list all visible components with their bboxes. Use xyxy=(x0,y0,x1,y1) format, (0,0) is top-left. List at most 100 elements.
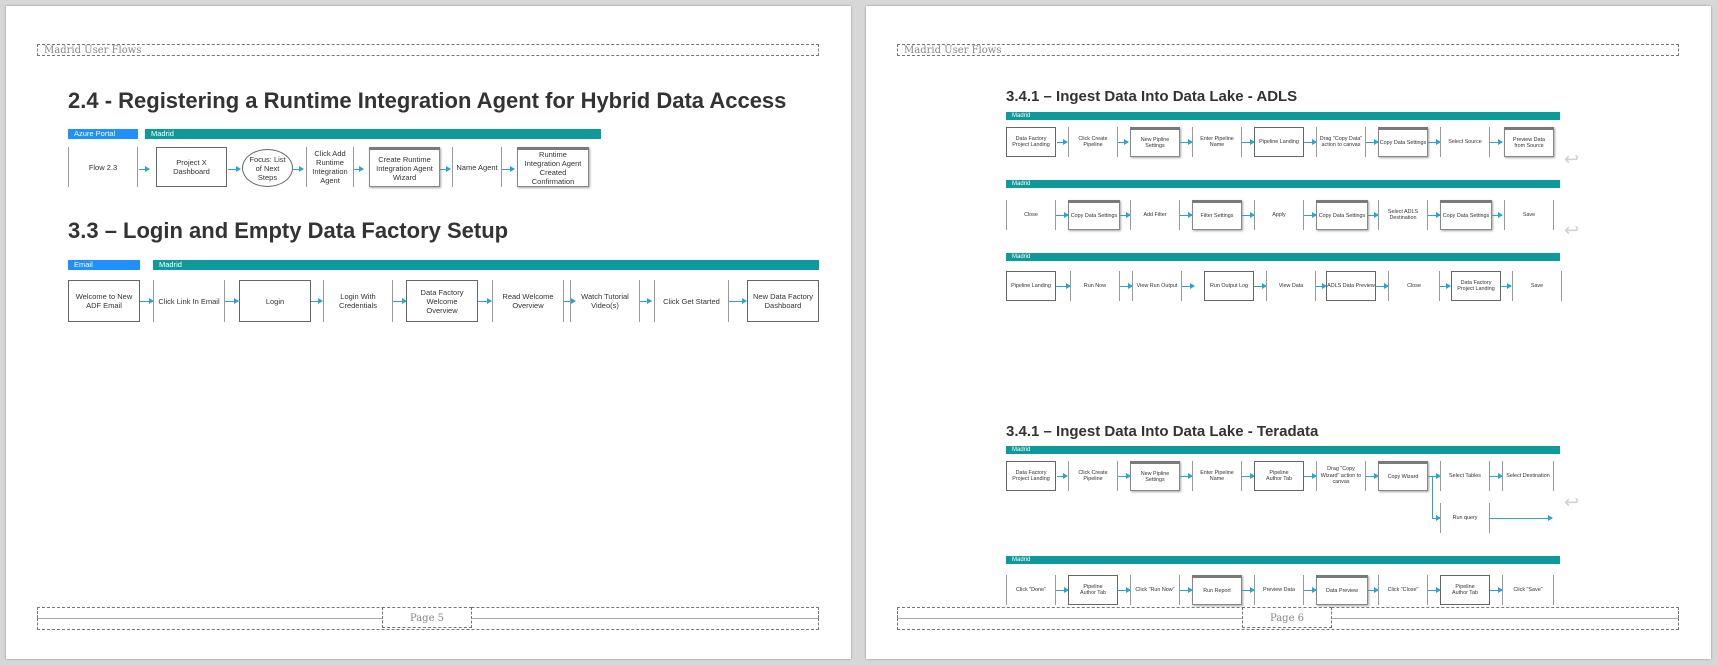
flow-arrow xyxy=(502,166,515,172)
flow-step: Read Welcome Overview xyxy=(492,280,564,322)
flow-arrow xyxy=(1182,283,1195,289)
flow-step: New Pipline Settings xyxy=(1130,127,1180,157)
flow-arrow xyxy=(1366,473,1379,479)
flow-step: Pipeline Author Tab xyxy=(1068,575,1118,605)
flow-step: Runtime Integration Agent Created Confir… xyxy=(517,147,589,187)
flow-step: Drag "Copy Data" action to canvas xyxy=(1316,127,1366,157)
flow-step: Apply xyxy=(1254,200,1304,230)
flow-step: Preview Data xyxy=(1254,575,1304,605)
flow-step: ADLS Data Preview xyxy=(1326,271,1376,301)
flow-step: Welcome to New ADF Email xyxy=(68,280,140,322)
flow-arrow xyxy=(1368,587,1379,593)
flow-arrow xyxy=(1120,212,1131,218)
flow-step: Focus: List of Next Steps xyxy=(242,149,293,187)
adls-title: 3.4.1 – Ingest Data Into Data Lake - ADL… xyxy=(1006,88,1298,105)
flow-arrow xyxy=(1254,283,1267,289)
flow-step: Close xyxy=(1006,200,1056,230)
flow-arrow xyxy=(1492,212,1503,218)
flow-step: View Data xyxy=(1266,271,1316,301)
flow-arrow xyxy=(1057,139,1068,145)
flow-arrow xyxy=(1242,473,1255,479)
flow-step: Copy Data Settings xyxy=(1068,200,1120,230)
flow-arrow xyxy=(1368,212,1379,218)
flow-step: Copy Data Settings xyxy=(1316,200,1368,230)
return-arrow-icon: ↩ xyxy=(1564,220,1580,240)
section-3-3-title: 3.3 – Login and Empty Data Factory Setup xyxy=(68,218,509,243)
flow-step: Click "Save" xyxy=(1502,575,1554,605)
branch-connector xyxy=(1432,476,1433,518)
flow-step: Data Preview xyxy=(1316,575,1368,605)
section-2-4-title: 2.4 - Registering a Runtime Integration … xyxy=(68,88,787,113)
flow-arrow xyxy=(1501,283,1512,289)
flow-arrow xyxy=(1490,515,1553,521)
flow-arrow xyxy=(1304,212,1317,218)
flow-step: Drag "Copy Wizard" action to canvas xyxy=(1316,461,1366,491)
flow-step: Copy Data Settings xyxy=(1440,200,1492,230)
flow-step: Save xyxy=(1504,200,1554,230)
flow-step: Data Factory Project Landing xyxy=(1006,127,1056,157)
teradata-title: 3.4.1 – Ingest Data Into Data Lake - Ter… xyxy=(1006,423,1319,440)
flow-step: Run Now xyxy=(1070,271,1120,301)
flow-step: Enter Pipeline Name xyxy=(1192,127,1242,157)
flow-arrow xyxy=(1490,139,1503,145)
page-6: Madrid User Flows 3.4.1 – Ingest Data In… xyxy=(866,6,1711,659)
flow-arrow xyxy=(729,298,747,304)
flow-arrow xyxy=(1056,283,1071,289)
flow-arrow xyxy=(1180,473,1193,479)
lane-madrid: Madrid xyxy=(1006,180,1560,188)
flow-step: Login xyxy=(239,280,311,322)
flow-step: Run query xyxy=(1440,503,1490,533)
lane-madrid: Madrid xyxy=(1006,253,1560,261)
flow-step: Click "Done" xyxy=(1006,575,1056,605)
flow-arrow xyxy=(1316,283,1327,289)
lane-madrid: Madrid xyxy=(153,260,819,270)
flow-step: Watch Tutorial Video(s) xyxy=(570,280,640,322)
page-header: Madrid User Flows xyxy=(897,44,1679,56)
flow-arrow xyxy=(1428,473,1441,479)
flow-step: Data Factory Project Landing xyxy=(1451,271,1501,301)
flow-arrow xyxy=(1120,283,1133,289)
flow-arrow xyxy=(140,298,154,304)
flow-step: View Run Output xyxy=(1132,271,1182,301)
page-number: Page 6 xyxy=(1242,607,1332,628)
flow-step: Select Source xyxy=(1440,127,1490,157)
flow-step: Close xyxy=(1388,271,1440,301)
flow-step: Save xyxy=(1512,271,1562,301)
page-5: Madrid User Flows 2.4 - Registering a Ru… xyxy=(6,6,851,659)
flow-arrow xyxy=(1376,283,1389,289)
flow-step: Copy Data Settings xyxy=(1378,127,1428,157)
page-header: Madrid User Flows xyxy=(37,44,819,56)
flow-step: Create Runtime Integration Agent Wizard xyxy=(369,147,440,187)
lane-madrid: Madrid xyxy=(145,129,601,139)
flow-step: Flow 2.3 xyxy=(68,147,138,187)
flow-arrow xyxy=(1428,212,1441,218)
flow-step: Click "Run Now" xyxy=(1130,575,1180,605)
flow-arrow xyxy=(478,298,492,304)
flow-arrow xyxy=(1304,473,1317,479)
flow-arrow xyxy=(1242,212,1255,218)
flow-step: Select Destination xyxy=(1502,461,1554,491)
flow-arrow xyxy=(1180,212,1193,218)
flow-step: Click Link In Email xyxy=(153,280,225,322)
flow-arrow xyxy=(1440,283,1451,289)
flow-arrow xyxy=(1118,139,1129,145)
return-arrow-icon: ↩ xyxy=(1564,492,1580,512)
flow-step: Add Filter xyxy=(1130,200,1180,230)
lane-madrid: Madrid xyxy=(1006,112,1560,120)
flow-arrow xyxy=(1432,515,1441,521)
flow-arrow xyxy=(1180,139,1193,145)
flow-step: Login With Credentials xyxy=(323,280,393,322)
flow-step: Filter Settings xyxy=(1192,200,1242,230)
flow-step: Pipeline Author Tab xyxy=(1254,461,1304,491)
flow-arrow xyxy=(354,166,364,172)
flow-step: Select Tables xyxy=(1440,461,1490,491)
flow-step: Run Report xyxy=(1192,575,1242,605)
flow-step: Enter Pipeline Name xyxy=(1192,461,1242,491)
flow-arrow xyxy=(640,298,652,304)
flow-step: Run Output Log xyxy=(1204,271,1254,301)
flow-step: Click Create Pipeline xyxy=(1068,461,1118,491)
lane-azure-portal: Azure Portal xyxy=(68,129,138,139)
page-footer: Page 6 xyxy=(897,607,1679,630)
flow-arrow xyxy=(1242,139,1255,145)
flow-arrow xyxy=(393,298,407,304)
